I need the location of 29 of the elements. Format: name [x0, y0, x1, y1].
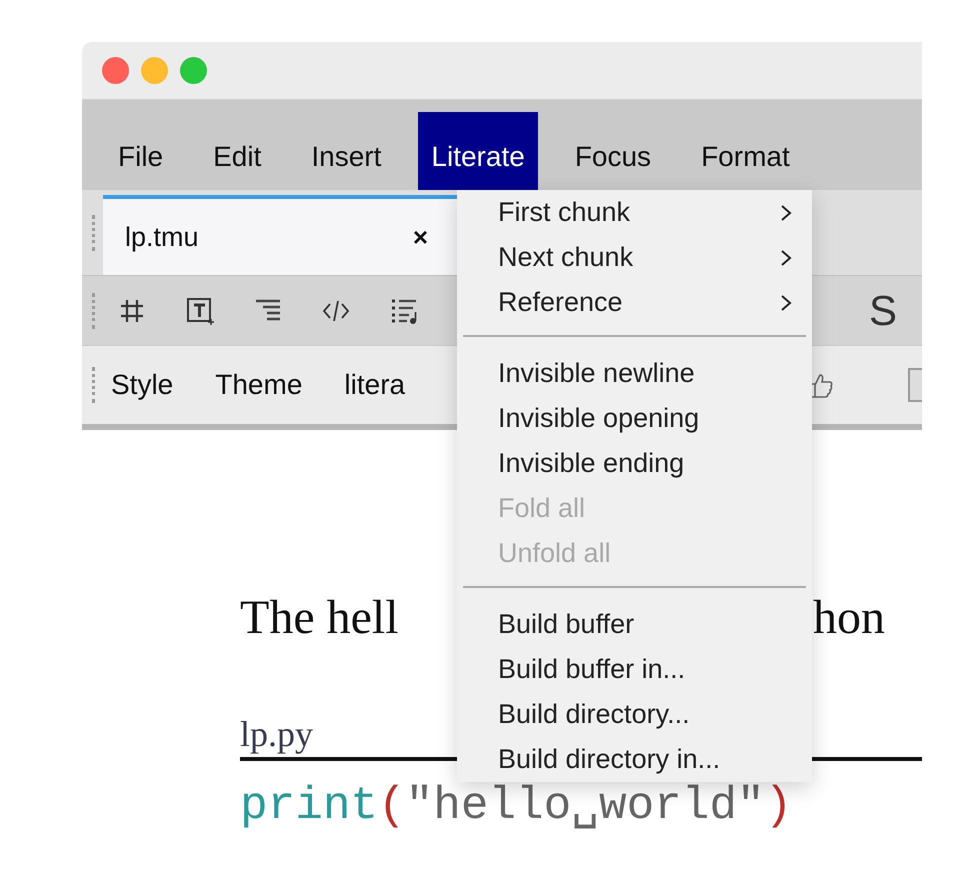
menu-bar-item[interactable]: Focus: [562, 112, 664, 190]
menu-item[interactable]: Reference: [457, 280, 812, 325]
mode-menu[interactable]: Theme: [215, 369, 302, 401]
file-name-label: lp.py: [240, 714, 314, 754]
menu-item[interactable]: Build buffer: [457, 602, 812, 647]
document-tab[interactable]: lp.tmu ×: [103, 195, 458, 275]
document-heading: hon: [813, 590, 885, 645]
tab-label: lp.tmu: [125, 222, 199, 252]
mode-menu[interactable]: litera: [344, 369, 406, 401]
menu-item[interactable]: Next chunk: [457, 235, 812, 280]
mode-menu[interactable]: Style: [111, 369, 174, 401]
strikethrough-button[interactable]: S: [868, 286, 897, 334]
menu-bar-item[interactable]: Insert: [298, 112, 394, 190]
text-frame-icon[interactable]: [185, 296, 215, 326]
menu-bar-item[interactable]: Literate: [418, 112, 538, 190]
tab-close-button[interactable]: ×: [412, 222, 428, 252]
menu-item[interactable]: Build directory...: [457, 692, 812, 737]
menu-item[interactable]: Invisible newline: [457, 351, 812, 396]
menu-bar-item[interactable]: File: [105, 112, 176, 190]
menu-item[interactable]: Build buffer in...: [457, 647, 812, 692]
code-line: print("hello␣world"): [240, 780, 792, 832]
menu-item[interactable]: Invisible opening: [457, 396, 812, 441]
close-window-button[interactable]: [102, 57, 129, 84]
menu-item[interactable]: Build directory in...: [457, 737, 812, 782]
menu-item[interactable]: First chunk: [457, 190, 812, 235]
menu-item[interactable]: Invisible ending: [457, 441, 812, 486]
menu-bar-item[interactable]: Format: [688, 112, 803, 190]
menu-bar-item[interactable]: Edit: [200, 112, 274, 190]
document-heading: The hell: [240, 590, 399, 645]
